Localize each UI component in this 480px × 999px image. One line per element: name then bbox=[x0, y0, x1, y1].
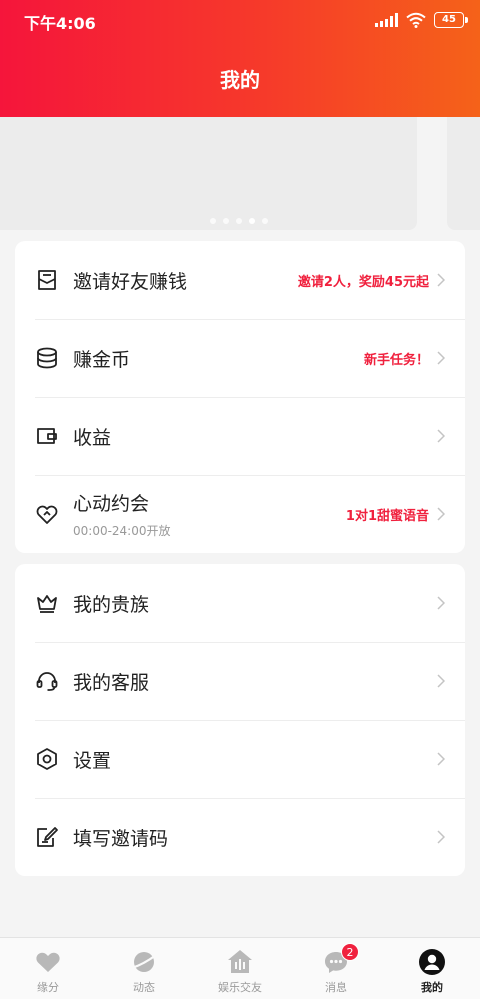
menu-item-invite-friends[interactable]: 邀请好友赚钱 邀请2人，奖励45元起 bbox=[15, 241, 465, 319]
menu-item-earn-coins[interactable]: 赚金币 新手任务！ bbox=[15, 319, 465, 397]
menu-label: 赚金币 bbox=[73, 348, 131, 371]
planet-icon bbox=[131, 952, 157, 972]
tab-messages[interactable]: 2 消息 bbox=[288, 938, 384, 999]
carousel-dot bbox=[210, 218, 216, 224]
coin-stack-icon bbox=[37, 347, 57, 369]
menu-label: 收益 bbox=[73, 426, 112, 449]
menu-label: 我的贵族 bbox=[73, 593, 150, 616]
tab-entertainment[interactable]: 娱乐交友 bbox=[192, 938, 288, 999]
banner-card[interactable] bbox=[0, 117, 417, 230]
tab-feed[interactable]: 动态 bbox=[96, 938, 192, 999]
profile-icon bbox=[419, 949, 445, 975]
menu-right: 新手任务！ bbox=[364, 349, 445, 368]
hexagon-gear-icon bbox=[37, 748, 57, 770]
signal-icon bbox=[375, 13, 398, 27]
carousel-dot bbox=[236, 218, 242, 224]
carousel-dot-active bbox=[249, 218, 255, 224]
chevron-right-icon bbox=[437, 596, 445, 610]
wallet-icon bbox=[37, 428, 57, 444]
chevron-right-icon bbox=[437, 752, 445, 766]
menu-hint: 新手任务！ bbox=[363, 352, 429, 368]
status-icons: 45 bbox=[375, 10, 468, 30]
menu-hint: 1对1甜蜜语音 bbox=[345, 508, 429, 524]
heart-icon bbox=[36, 952, 60, 972]
chevron-right-icon bbox=[437, 273, 445, 287]
menu-right bbox=[437, 596, 445, 610]
header: 下午4:06 45 我的 bbox=[0, 0, 480, 117]
menu-label: 邀请好友赚钱 bbox=[73, 270, 188, 293]
menu-label: 填写邀请码 bbox=[73, 827, 169, 850]
tab-label: 缘分 bbox=[37, 981, 59, 994]
bottom-tab-bar: 缘分 动态 娱乐交友 2 消息 我的 bbox=[0, 937, 480, 999]
voice-house-icon bbox=[228, 950, 252, 973]
tab-fate[interactable]: 缘分 bbox=[0, 938, 96, 999]
chevron-right-icon bbox=[437, 351, 445, 365]
chevron-right-icon bbox=[437, 830, 445, 844]
menu-subtitle: 00:00-24:00开放 bbox=[73, 524, 171, 538]
envelope-icon bbox=[38, 270, 56, 290]
menu-item-earnings[interactable]: 收益 bbox=[15, 397, 465, 475]
headset-icon bbox=[36, 672, 58, 691]
carousel-dots bbox=[210, 218, 268, 224]
carousel-dot bbox=[223, 218, 229, 224]
tab-label: 娱乐交友 bbox=[218, 981, 262, 994]
menu-item-invite-code[interactable]: 填写邀请码 bbox=[15, 798, 465, 876]
banner-carousel[interactable] bbox=[0, 117, 480, 232]
tab-label: 我的 bbox=[421, 981, 443, 994]
menu-card-settings: 我的贵族 我的客服 设置 填写邀请码 bbox=[15, 564, 465, 876]
wifi-icon bbox=[406, 12, 426, 28]
menu-item-settings[interactable]: 设置 bbox=[15, 720, 465, 798]
menu-item-date[interactable]: 心动约会 00:00-24:00开放 1对1甜蜜语音 bbox=[15, 475, 465, 553]
menu-label: 设置 bbox=[73, 749, 112, 772]
menu-right: 1对1甜蜜语音 bbox=[346, 505, 445, 524]
carousel-dot bbox=[262, 218, 268, 224]
menu-right bbox=[429, 429, 445, 443]
unread-badge: 2 bbox=[341, 943, 359, 961]
crown-icon bbox=[37, 595, 57, 613]
tab-label: 消息 bbox=[325, 981, 347, 994]
menu-label: 我的客服 bbox=[73, 671, 150, 694]
menu-right: 邀请2人，奖励45元起 bbox=[298, 271, 445, 290]
menu-card-earn: 邀请好友赚钱 邀请2人，奖励45元起 赚金币 新手任务！ 收益 心动约会 00:… bbox=[15, 241, 465, 553]
status-bar: 下午4:06 45 bbox=[0, 0, 480, 40]
menu-right bbox=[437, 830, 445, 844]
chevron-right-icon bbox=[437, 507, 445, 521]
banner-card-next[interactable] bbox=[447, 117, 480, 230]
battery-icon: 45 bbox=[434, 12, 468, 28]
chevron-right-icon bbox=[437, 429, 445, 443]
heart-link-icon bbox=[36, 505, 58, 524]
tab-label: 动态 bbox=[133, 981, 155, 994]
menu-right bbox=[437, 674, 445, 688]
menu-text: 心动约会 00:00-24:00开放 bbox=[73, 489, 171, 539]
chevron-right-icon bbox=[437, 674, 445, 688]
edit-note-icon bbox=[37, 827, 58, 847]
menu-right bbox=[437, 752, 445, 766]
tab-mine[interactable]: 我的 bbox=[384, 938, 480, 999]
menu-item-nobility[interactable]: 我的贵族 bbox=[15, 564, 465, 642]
page-title: 我的 bbox=[220, 68, 260, 92]
menu-item-customer-service[interactable]: 我的客服 bbox=[15, 642, 465, 720]
menu-hint: 邀请2人，奖励45元起 bbox=[297, 274, 429, 290]
status-time: 下午4:06 bbox=[24, 14, 96, 33]
menu-label: 心动约会 bbox=[73, 493, 150, 515]
